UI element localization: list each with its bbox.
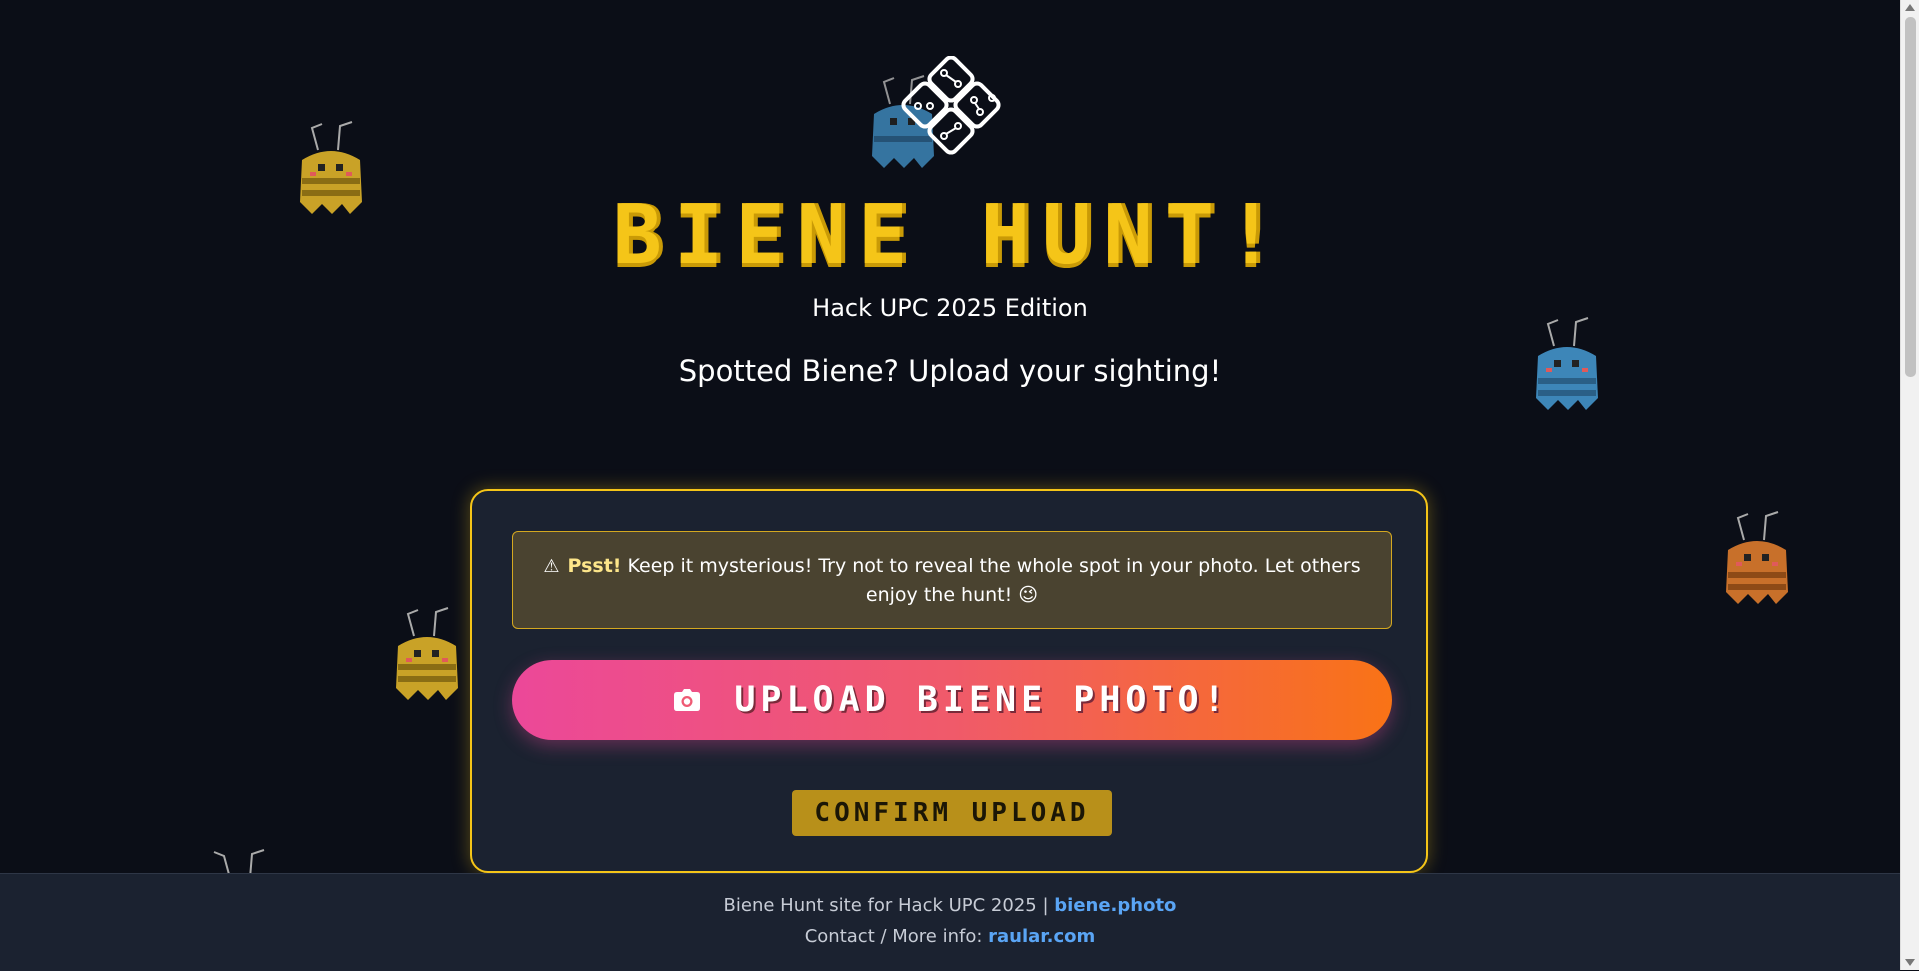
scrollbar-thumb[interactable] bbox=[1905, 17, 1916, 377]
bee-antenna-icon bbox=[208, 848, 278, 873]
hackupc-logo-icon bbox=[888, 55, 1013, 181]
upload-card: ⚠ Psst! Keep it mysterious! Try not to re… bbox=[470, 489, 1428, 873]
camera-icon bbox=[674, 689, 701, 711]
scroll-down-arrow-icon[interactable] bbox=[1905, 959, 1915, 966]
page-title: BIENE HUNT! bbox=[612, 188, 1288, 283]
vertical-scrollbar[interactable] bbox=[1900, 0, 1919, 970]
site-link[interactable]: biene.photo bbox=[1054, 895, 1176, 916]
scroll-up-arrow-icon[interactable] bbox=[1905, 4, 1915, 11]
page-subtitle: Hack UPC 2025 Edition bbox=[812, 294, 1088, 322]
page-footer: Biene Hunt site for Hack UPC 2025 | bien… bbox=[0, 873, 1900, 971]
page-tagline: Spotted Biene? Upload your sighting! bbox=[678, 354, 1222, 388]
notice-emphasis: Psst! bbox=[567, 555, 622, 577]
page-stage: BIENE HUNT! Hack UPC 2025 Edition Spotte… bbox=[0, 0, 1900, 873]
upload-button-label: UPLOAD BIENE PHOTO! bbox=[734, 680, 1230, 720]
orange-bee-icon bbox=[1722, 510, 1792, 605]
footer-contact-text: Contact / More info: bbox=[804, 926, 989, 947]
privacy-notice: ⚠ Psst! Keep it mysterious! Try not to re… bbox=[512, 531, 1392, 629]
contact-link[interactable]: raular.com bbox=[988, 926, 1095, 947]
upload-photo-button[interactable]: UPLOAD BIENE PHOTO! bbox=[512, 660, 1392, 740]
warning-icon: ⚠ bbox=[543, 556, 560, 577]
confirm-upload-button[interactable]: CONFIRM UPLOAD bbox=[792, 790, 1112, 836]
footer-line-site: Biene Hunt site for Hack UPC 2025 | bien… bbox=[0, 895, 1900, 916]
notice-text: Keep it mysterious! Try not to reveal th… bbox=[621, 555, 1361, 606]
footer-line-contact: Contact / More info: raular.com bbox=[0, 926, 1900, 947]
yellow-bee-icon bbox=[392, 606, 462, 701]
footer-site-text: Biene Hunt site for Hack UPC 2025 | bbox=[723, 895, 1055, 916]
